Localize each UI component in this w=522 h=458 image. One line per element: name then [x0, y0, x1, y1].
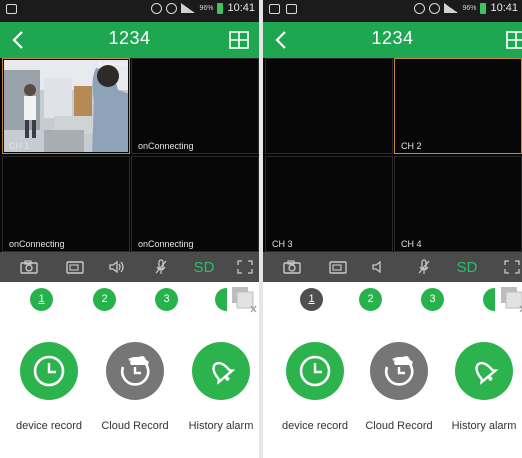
channel-pager: 1 2 3 [0, 286, 259, 316]
mic-muted-icon[interactable] [413, 258, 435, 276]
signal-icon [181, 3, 196, 13]
history-alarm-button[interactable]: History alarm [444, 342, 522, 432]
channel-cell[interactable]: 00-00 10:41:00 CH 1 [2, 58, 130, 154]
clock-icon [286, 342, 344, 400]
fullscreen-icon[interactable] [236, 258, 254, 276]
camera-timestamp: 00-00 10:41:00 [98, 61, 125, 66]
control-toolbar: SD [0, 252, 259, 282]
channel-label: onConnecting [9, 239, 65, 249]
wifi-icon [166, 2, 178, 14]
channel-label: CH 1 [9, 141, 30, 151]
channel-label: onConnecting [138, 239, 194, 249]
status-bar: 96% 10:41 [263, 0, 522, 22]
record-video-icon[interactable] [327, 258, 349, 276]
page-dot[interactable]: 1 [300, 288, 323, 311]
feature-label: History alarm [451, 420, 517, 432]
channel-cell[interactable]: CH 2 [394, 58, 522, 154]
page-dot[interactable]: 3 [421, 288, 444, 311]
feature-label: History alarm [188, 420, 254, 432]
history-alarm-button[interactable]: History alarm [181, 342, 259, 432]
notification-icon [6, 4, 17, 14]
channel-label: onConnecting [138, 141, 194, 151]
page-title: 1234 [108, 28, 151, 48]
video-grid: 00-00 10:41:00 CH 1 onConnecting onConne… [0, 58, 259, 252]
channel-label: CH 2 [401, 141, 422, 151]
bell-icon [455, 342, 513, 400]
camera-feed-image: 00-00 10:41:00 [4, 60, 128, 152]
sd-quality-button[interactable]: SD [192, 258, 216, 276]
device-record-button[interactable]: device record [9, 342, 89, 432]
alarm-icon [414, 2, 426, 14]
phone-screen-right: 96% 10:41 1234 CH 2 CH 3 CH 4 SD 1 2 3 d… [263, 0, 522, 458]
page-dot[interactable]: 3 [155, 288, 178, 311]
channel-cell[interactable] [265, 58, 393, 154]
multi-window-icon[interactable] [500, 286, 522, 314]
channel-cell[interactable]: onConnecting [2, 156, 130, 252]
page-title: 1234 [371, 28, 414, 48]
battery-percent: 96% [199, 4, 214, 12]
speaker-muted-icon[interactable] [369, 258, 391, 276]
channel-label: CH 4 [401, 239, 422, 249]
status-time: 10:41 [490, 2, 518, 14]
camera-icon[interactable] [281, 258, 303, 276]
channel-label: CH 3 [272, 239, 293, 249]
channel-cell[interactable]: onConnecting [131, 58, 259, 154]
battery-icon [480, 2, 487, 14]
page-dot[interactable] [483, 288, 495, 311]
page-dot[interactable]: 1 [30, 288, 53, 311]
feature-label: Cloud Record [101, 420, 169, 432]
page-dot[interactable]: 2 [359, 288, 382, 311]
cloud-clock-icon [106, 342, 164, 400]
device-record-button[interactable]: device record [275, 342, 355, 432]
alarm-icon [151, 2, 163, 14]
cloud-clock-icon [370, 342, 428, 400]
bell-icon [192, 342, 250, 400]
notification-icon [286, 4, 297, 14]
control-toolbar: SD [263, 252, 522, 282]
mic-muted-icon[interactable] [150, 258, 172, 276]
battery-icon [217, 2, 224, 14]
page-dot[interactable] [215, 288, 227, 311]
screenshot-icon [269, 4, 280, 14]
clock-icon [20, 342, 78, 400]
cloud-record-button[interactable]: Cloud Record [359, 342, 439, 432]
battery-percent: 96% [462, 4, 477, 12]
fullscreen-icon[interactable] [503, 258, 521, 276]
cloud-record-button[interactable]: Cloud Record [95, 342, 175, 432]
signal-icon [444, 3, 459, 13]
status-bar: 96% 10:41 [0, 0, 259, 22]
camera-icon[interactable] [18, 258, 40, 276]
page-dot[interactable]: 2 [93, 288, 116, 311]
phone-screen-left: 96% 10:41 1234 00-00 10:41:00 CH 1 onCon… [0, 0, 259, 458]
channel-cell[interactable]: onConnecting [131, 156, 259, 252]
channel-pager: 1 2 3 [263, 286, 522, 316]
app-header: 1234 [0, 22, 259, 58]
multi-window-icon[interactable] [231, 286, 257, 314]
grid-layout-icon[interactable] [506, 31, 522, 49]
grid-layout-icon[interactable] [229, 31, 249, 49]
wifi-icon [429, 2, 441, 14]
channel-cell[interactable]: CH 3 [265, 156, 393, 252]
status-time: 10:41 [227, 2, 255, 14]
sd-quality-button[interactable]: SD [455, 258, 479, 276]
app-header: 1234 [263, 22, 522, 58]
channel-cell[interactable]: CH 4 [394, 156, 522, 252]
video-grid: CH 2 CH 3 CH 4 [263, 58, 522, 252]
record-video-icon[interactable] [64, 258, 86, 276]
speaker-icon[interactable] [106, 258, 128, 276]
